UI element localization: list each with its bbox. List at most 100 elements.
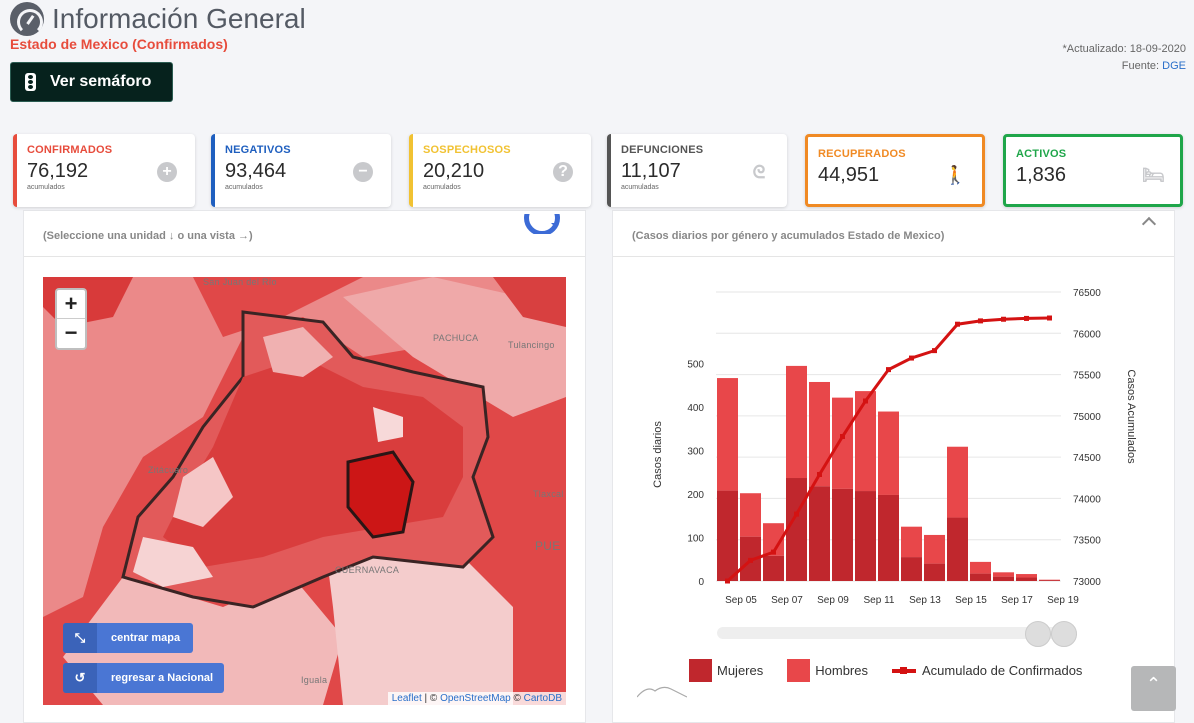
point-acumulado	[817, 471, 822, 477]
bar-hombres	[717, 378, 738, 491]
x-tick-label: Sep 13	[909, 595, 941, 606]
compress-icon: ⤡	[63, 623, 97, 653]
source-label: Fuente:	[1121, 60, 1160, 72]
question-circle-icon: ?	[553, 162, 573, 182]
back-to-national-label: regresar a Nacional	[111, 672, 214, 684]
daily-cases-chart: 0 100 200 300 400 500 73000 73500 74000 74500 7500…	[652, 288, 1137, 606]
map-label-cuernavaca: CUERNAVACA	[335, 565, 400, 575]
title-row: Información General	[10, 2, 306, 36]
map-label-tulancingo: Tulancingo	[508, 340, 555, 350]
choropleth-map[interactable]: San Juan del Río PACHUCA Tulancingo Zitá…	[43, 277, 566, 705]
map-panel-hint: (Seleccione una unidad ↓ o una vista →)	[43, 230, 253, 242]
point-acumulado	[748, 557, 753, 563]
y-tick-label: 200	[687, 490, 704, 501]
y-tick-label: 0	[698, 577, 704, 588]
y-right-tick-label: 74000	[1073, 494, 1101, 505]
map-label-tlaxcala: Tlaxcal	[533, 489, 564, 499]
summary-cards: CONFIRMADOS 76,192 acumulados + NEGATIVOS 93,…	[10, 128, 1192, 210]
map-label-iguala: Iguala	[301, 675, 328, 685]
zoom-in-button[interactable]: +	[57, 290, 85, 319]
map-label-puebla: PUE	[535, 539, 561, 553]
map-panel: (Seleccione una unidad ↓ o una vista →) …	[23, 210, 586, 723]
card-recuperados[interactable]: RECUPERADOS 44,951 🚶	[805, 134, 985, 207]
card-label: CONFIRMADOS	[27, 144, 113, 156]
osm-link[interactable]: OpenStreetMap	[440, 693, 511, 704]
zoom-control: + −	[55, 288, 87, 350]
legend-swatch-acumulado	[892, 666, 916, 674]
bar-mujeres	[901, 557, 922, 581]
card-label: RECUPERADOS	[818, 148, 906, 160]
map-attribution: Leaflet | © OpenStreetMap © CartoDB	[387, 692, 566, 705]
y-tick-label: 300	[687, 447, 704, 458]
point-acumulado	[978, 318, 983, 324]
legend-item-hombres[interactable]: Hombres	[787, 659, 868, 682]
point-acumulado	[909, 355, 914, 361]
bar-mujeres	[717, 490, 738, 581]
x-tick-label: Sep 17	[1001, 595, 1033, 606]
bar-hombres	[947, 446, 968, 518]
bar-mujeres	[763, 555, 784, 581]
traffic-light-icon	[25, 73, 36, 91]
x-tick-label: Sep 15	[955, 595, 987, 606]
card-sub: acumulados	[27, 184, 65, 191]
center-map-button[interactable]: ⤡ centrar mapa	[63, 623, 193, 653]
y-right-tick-label: 74500	[1073, 453, 1101, 464]
back-to-national-button[interactable]: ↺ regresar a Nacional	[63, 663, 224, 693]
bar-mujeres	[809, 486, 830, 581]
zoom-out-button[interactable]: −	[57, 319, 85, 348]
card-activos[interactable]: ACTIVOS 1,836 🛏	[1003, 134, 1183, 207]
page-subtitle: Estado de Mexico (Confirmados)	[10, 36, 228, 52]
x-tick-label: Sep 07	[771, 595, 803, 606]
leaflet-link[interactable]: Leaflet	[392, 693, 422, 704]
y-tick-label: 100	[687, 534, 704, 545]
bar-mujeres	[832, 488, 853, 581]
point-acumulado	[725, 578, 730, 584]
plus-circle-icon: +	[157, 162, 177, 182]
card-label: NEGATIVOS	[225, 144, 291, 156]
legend-label-mujeres: Mujeres	[717, 663, 764, 678]
bar-hombres	[901, 526, 922, 558]
y-right-tick-label: 76000	[1073, 329, 1101, 340]
bar-mujeres	[1039, 580, 1060, 581]
cartodb-link[interactable]: CartoDB	[524, 693, 562, 704]
bar-hombres	[809, 381, 830, 487]
range-slider-track[interactable]	[717, 627, 1077, 639]
point-acumulado	[840, 434, 845, 439]
y-right-tick-label: 75000	[1073, 412, 1101, 423]
bar-hombres	[924, 534, 945, 564]
source-link[interactable]: DGE	[1162, 60, 1186, 72]
point-acumulado	[1047, 315, 1052, 321]
y-right-axis-label: Casos Acumulados	[1125, 369, 1137, 464]
bar-mujeres	[993, 576, 1014, 581]
dashboard-gauge-icon	[10, 2, 44, 36]
ver-semaforo-button[interactable]: Ver semáforo	[10, 62, 173, 102]
x-tick-label: Sep 05	[725, 595, 757, 606]
updated-date: *Actualizado: 18-09-2020	[1062, 43, 1186, 55]
legend-item-acumulado[interactable]: Acumulado de Confirmados	[892, 663, 1082, 678]
card-negativos[interactable]: NEGATIVOS 93,464 acumulados −	[211, 134, 391, 207]
undo-icon: ↺	[63, 663, 97, 693]
minus-circle-icon: −	[353, 162, 373, 182]
chevron-up-icon[interactable]	[1141, 216, 1157, 232]
point-acumulado	[863, 398, 868, 404]
y-right-tick-label: 76500	[1073, 288, 1101, 299]
chart-panel: (Casos diarios por género y acumulados E…	[612, 210, 1175, 723]
card-defunciones[interactable]: DEFUNCIONES 11,107 acumuladas ᘓ	[607, 134, 787, 207]
bar-mujeres	[786, 478, 807, 581]
legend-swatch-mujeres	[689, 659, 712, 682]
bed-icon: 🛏	[1142, 165, 1165, 185]
legend-label-hombres: Hombres	[815, 663, 868, 678]
range-handle-left[interactable]	[1025, 621, 1051, 647]
bar-hombres	[740, 493, 761, 537]
scroll-to-top-button[interactable]: ⌃	[1131, 666, 1176, 711]
point-acumulado	[1024, 315, 1029, 321]
card-confirmados[interactable]: CONFIRMADOS 76,192 acumulados +	[13, 134, 195, 207]
legend-item-mujeres[interactable]: Mujeres	[689, 659, 763, 682]
point-acumulado	[955, 321, 960, 327]
card-sospechosos[interactable]: SOSPECHOSOS 20,210 acumulados?	[409, 134, 591, 207]
y-right-tick-label: 73000	[1073, 577, 1101, 588]
range-handle-right[interactable]	[1051, 621, 1077, 647]
map-label-san-juan: San Juan del Río	[203, 277, 277, 287]
point-acumulado	[932, 348, 937, 354]
view-selector-icon[interactable]	[524, 214, 562, 234]
